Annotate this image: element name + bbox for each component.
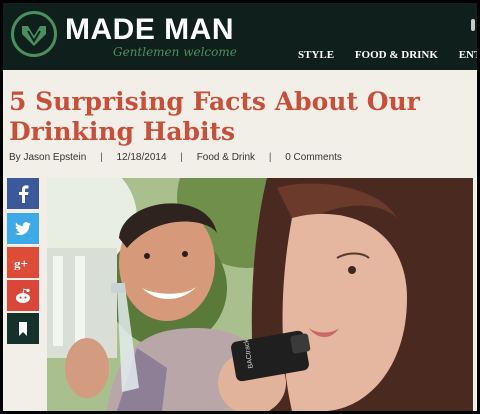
hero-image: BACtrack (47, 178, 473, 411)
divider: | (100, 152, 103, 163)
share-twitter-button[interactable] (7, 213, 39, 244)
share-reddit-button[interactable] (7, 280, 39, 311)
article-byline: By Jason Epstein | 12/18/2014 | Food & D… (9, 152, 342, 163)
nav-item-style[interactable]: STYLE (298, 49, 334, 61)
share-google-plus-button[interactable]: g+ (7, 247, 39, 278)
brand-name[interactable]: MADE MAN (65, 13, 234, 47)
google-plus-icon: g+ (14, 256, 28, 270)
author-link[interactable]: Jason Epstein (23, 152, 86, 163)
share-facebook-button[interactable] (7, 178, 39, 209)
publish-date: 12/18/2014 (116, 152, 167, 163)
site-header: MADE MAN Gentlemen welcome STYLE FOOD & … (3, 3, 477, 70)
browser-page: MADE MAN Gentlemen welcome STYLE FOOD & … (3, 3, 477, 411)
main-nav: STYLE FOOD & DRINK ENTERTA (298, 49, 477, 61)
article-title: 5 Surprising Facts About Our Drinking Ha… (9, 87, 420, 146)
category-link[interactable]: Food & Drink (197, 152, 255, 163)
reddit-icon (16, 287, 30, 303)
nav-item-food-drink[interactable]: FOOD & DRINK (355, 49, 438, 61)
share-bookmark-button[interactable] (7, 313, 39, 344)
divider: | (268, 152, 272, 163)
facebook-icon (19, 184, 29, 203)
scrollbar-thumb[interactable] (471, 19, 475, 31)
divider: | (180, 152, 183, 163)
logo-icon[interactable] (11, 11, 57, 57)
comments-link[interactable]: 0 Comments (285, 152, 342, 163)
svg-text:g+: g+ (14, 256, 28, 270)
brand-tagline: Gentlemen welcome (113, 45, 237, 59)
twitter-icon (15, 221, 31, 235)
nav-item-entertainment[interactable]: ENTERTA (459, 49, 477, 61)
bookmark-icon (19, 321, 27, 336)
byline-prefix: By (9, 152, 21, 163)
